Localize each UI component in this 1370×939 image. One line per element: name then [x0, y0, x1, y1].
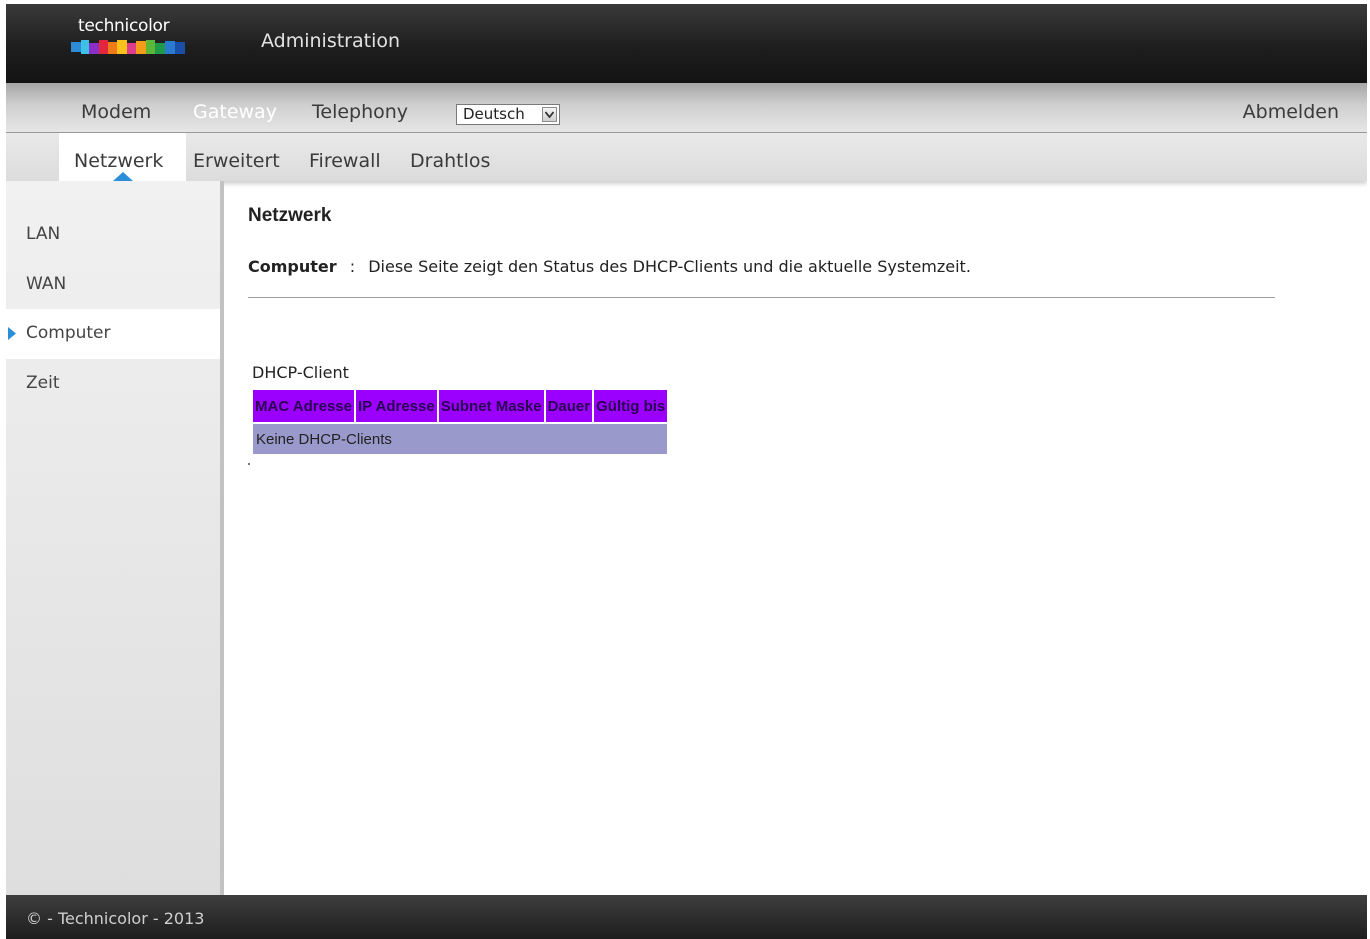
sidebar-item-label: LAN [26, 224, 61, 244]
divider [248, 297, 1275, 298]
technicolor-logo: technicolor [68, 14, 188, 58]
column-header-dauer: Dauer [545, 390, 593, 422]
empty-row-text: Keine DHCP-Clients [253, 424, 668, 454]
logout-link[interactable]: Abmelden [1243, 101, 1339, 123]
top-nav: Modem Gateway Telephony Deutsch Abmelden [6, 83, 1367, 133]
dhcp-client-table: MAC Adresse IP Adresse Subnet Maske Daue… [251, 388, 669, 456]
sidebar-item-computer[interactable]: Computer [6, 309, 220, 359]
header: technicolor Administration [6, 4, 1367, 83]
description-separator: : [349, 257, 356, 276]
admin-title: Administration [261, 30, 401, 52]
brand-name: technicolor [78, 16, 170, 36]
active-tab-marker-icon [113, 172, 133, 181]
footer: © - Technicolor - 2013 [6, 895, 1367, 939]
table-header-row: MAC Adresse IP Adresse Subnet Maske Daue… [253, 390, 668, 422]
sidebar-item-wan[interactable]: WAN [6, 260, 220, 310]
page-description: Computer : Diese Seite zeigt den Status … [248, 257, 971, 276]
sidebar-item-lan[interactable]: LAN [6, 210, 220, 260]
sub-nav-firewall[interactable]: Firewall [309, 150, 381, 172]
language-select[interactable]: Deutsch [456, 104, 560, 125]
top-nav-telephony[interactable]: Telephony [312, 101, 408, 123]
top-nav-gateway[interactable]: Gateway [193, 101, 277, 123]
sub-nav-netzwerk[interactable]: Netzwerk [74, 150, 163, 172]
page-title: Netzwerk [248, 205, 332, 226]
sidebar-item-zeit[interactable]: Zeit [6, 359, 220, 409]
description-label: Computer [248, 257, 337, 276]
copyright-text: © - Technicolor - 2013 [26, 909, 205, 928]
section-label: DHCP-Client [252, 363, 349, 382]
table-row: Keine DHCP-Clients [253, 424, 668, 454]
language-select-value: Deutsch [463, 105, 525, 123]
sub-nav-erweitert[interactable]: Erweitert [193, 150, 280, 172]
top-nav-modem[interactable]: Modem [81, 101, 151, 123]
sidebar-item-label: Zeit [26, 373, 60, 393]
column-header-ip: IP Adresse [355, 390, 437, 422]
main-content: Netzwerk Computer : Diese Seite zeigt de… [224, 181, 1367, 895]
sidebar-item-label: Computer [26, 323, 111, 343]
sub-nav-drahtlos[interactable]: Drahtlos [410, 150, 490, 172]
sub-nav: Netzwerk Erweitert Firewall Drahtlos [6, 133, 1367, 181]
column-header-gueltig: Gültig bis [594, 390, 668, 422]
logo-color-bar-icon [71, 40, 185, 54]
app-frame: technicolor Administration Modem Gateway… [6, 4, 1367, 939]
chevron-down-icon[interactable] [542, 107, 557, 122]
column-header-subnet: Subnet Maske [438, 390, 544, 422]
sidebar-item-label: WAN [26, 274, 67, 294]
caret-right-icon [8, 327, 16, 340]
sidebar: LAN WAN Computer Zeit [6, 181, 224, 895]
column-header-mac: MAC Adresse [253, 390, 354, 422]
description-text: Diese Seite zeigt den Status des DHCP-Cl… [368, 257, 971, 276]
stray-dot [248, 463, 250, 465]
